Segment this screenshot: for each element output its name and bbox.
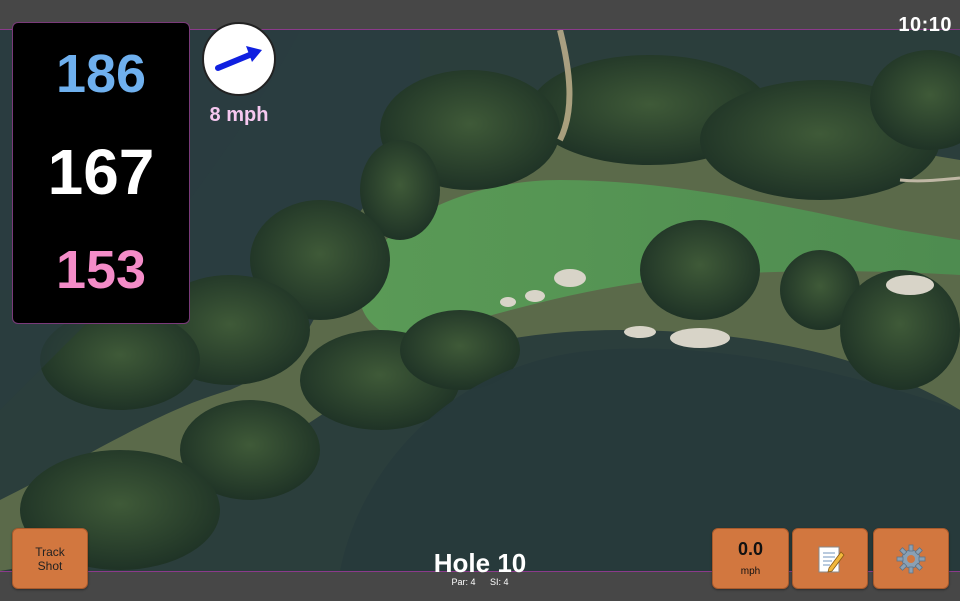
hole-details: Par: 4 SI: 4 [380,577,580,587]
wind-speed: 8 mph [209,104,269,126]
hole-stroke-index: SI: 4 [490,577,509,587]
track-shot-label: Track Shot [13,545,87,573]
speed-button[interactable]: 0.0 mph [712,528,789,589]
track-shot-label-line2: Shot [37,559,63,573]
gear-icon [896,544,926,574]
yardage-panel: 186 167 153 [12,22,190,324]
settings-button[interactable] [873,528,949,589]
back-yardage: 186 [55,44,147,104]
hole-title: Hole 10 [433,548,527,578]
clock-time: 10:10 [898,14,952,36]
notepad-icon [818,546,845,573]
notes-button[interactable] [792,528,868,589]
track-shot-label-line1: Track [35,545,65,559]
wind-indicator [202,22,276,96]
speed-unit: mph [740,566,761,577]
track-shot-button[interactable]: Track Shot [12,528,88,589]
speed-value: 0.0 [737,539,764,559]
front-yardage: 153 [55,240,147,300]
middle-yardage: 167 [47,136,155,208]
wind-direction-arrow-icon [215,46,262,71]
hole-par: Par: 4 [451,577,476,587]
